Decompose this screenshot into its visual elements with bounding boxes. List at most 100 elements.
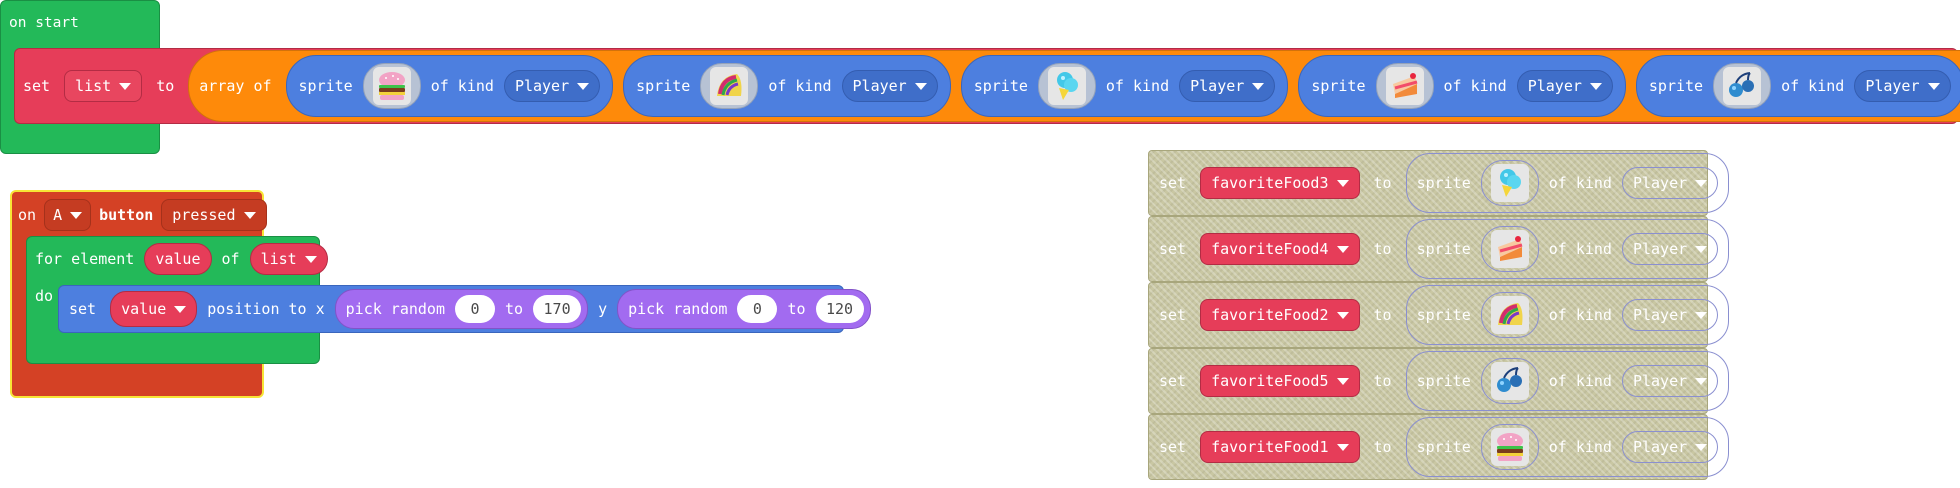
var-dropdown[interactable]: favoriteFood1	[1200, 431, 1360, 463]
of-kind-label: of kind	[1548, 240, 1612, 258]
sprite-image-slot[interactable]	[1037, 63, 1096, 109]
dropdown-arrow-icon	[1336, 179, 1349, 187]
to-label: to	[505, 300, 524, 318]
sprite-of-kind-block-1[interactable]: sprite of kind Player	[285, 55, 614, 117]
kind-dropdown[interactable]: Player	[841, 70, 938, 102]
target-var-label: value	[121, 300, 167, 318]
dropdown-arrow-icon	[1695, 311, 1708, 319]
sprite-label: sprite	[1416, 240, 1471, 258]
on-label: on	[18, 206, 37, 224]
sprite-of-kind-block[interactable]: sprite of kind Player	[1405, 219, 1730, 279]
kind-dropdown[interactable]: Player	[1621, 365, 1719, 397]
kind-dropdown[interactable]: Player	[503, 70, 601, 102]
of-kind-label: of kind	[1548, 306, 1612, 324]
sprite-of-kind-block-5[interactable]: sprite of kind Player	[1635, 55, 1960, 117]
var-dropdown[interactable]: favoriteFood4	[1200, 233, 1360, 265]
sprite-label: sprite	[298, 77, 353, 95]
element-var-label: value	[155, 250, 201, 268]
random-y-min-input[interactable]: 0	[737, 295, 778, 323]
burger-icon	[372, 67, 411, 105]
random-y-max-input[interactable]: 120	[815, 295, 864, 323]
sprite-image-slot[interactable]	[1480, 292, 1539, 338]
sprite-of-kind-block[interactable]: sprite of kind Player	[1405, 285, 1730, 345]
sprite-of-kind-block[interactable]: sprite of kind Player	[1405, 351, 1730, 411]
sprite-of-kind-block-2[interactable]: sprite of kind Player	[623, 55, 951, 117]
kind-dropdown[interactable]: Player	[1854, 70, 1951, 102]
to-label: to	[1373, 174, 1392, 192]
set-position-block[interactable]: set value position to x pick random 0 to…	[58, 285, 871, 333]
cake-icon	[1385, 67, 1424, 105]
of-kind-label: of kind	[1548, 438, 1612, 456]
sprite-of-kind-block-3[interactable]: sprite of kind Player	[960, 55, 1289, 117]
pick-random-y-block[interactable]: pick random 0 to 120	[617, 289, 871, 329]
sprite-label: sprite	[1416, 438, 1471, 456]
kind-dropdown[interactable]: Player	[1621, 233, 1719, 265]
sprite-label: sprite	[1416, 372, 1471, 390]
position-to-x-label: position to x	[207, 300, 325, 318]
disabled-set-block-4[interactable]: set favoriteFood5 to sprite of kind Play…	[1148, 348, 1730, 414]
burger-icon	[1490, 428, 1529, 466]
to-label: to	[1373, 372, 1392, 390]
disabled-set-block-1[interactable]: set favoriteFood3 to sprite of kind Play…	[1148, 150, 1730, 216]
sprite-image-slot[interactable]	[1480, 226, 1539, 272]
kind-dropdown[interactable]: Player	[1621, 431, 1719, 463]
disabled-set-block-3[interactable]: set favoriteFood2 to sprite of kind Play…	[1148, 282, 1730, 348]
of-kind-label: of kind	[430, 77, 494, 95]
var-dropdown[interactable]: favoriteFood3	[1200, 167, 1360, 199]
dropdown-arrow-icon	[304, 255, 317, 263]
target-var-dropdown[interactable]: value	[110, 291, 198, 327]
pick-random-label: pick random	[345, 300, 445, 318]
dropdown-arrow-icon	[119, 82, 132, 90]
dropdown-arrow-icon	[1695, 377, 1708, 385]
sprite-image-slot[interactable]	[1480, 424, 1539, 470]
sprite-image-slot[interactable]	[1713, 63, 1772, 109]
set-list-block[interactable]: set list to array of sprite of kind Play…	[14, 48, 1960, 124]
set-label: set	[23, 77, 51, 95]
taco-icon	[710, 67, 749, 105]
sprite-label: sprite	[973, 77, 1028, 95]
var-dropdown[interactable]: favoriteFood5	[1200, 365, 1360, 397]
list-var-dropdown[interactable]: list	[249, 243, 328, 275]
element-var-dropdown[interactable]: value	[144, 243, 212, 275]
sprite-image-slot[interactable]	[700, 63, 759, 109]
dropdown-arrow-icon	[1927, 82, 1940, 90]
kind-label: Player	[1632, 306, 1688, 324]
dropdown-arrow-icon	[243, 211, 256, 219]
list-var-dropdown[interactable]: list	[64, 70, 143, 102]
list-var-label: list	[75, 77, 112, 95]
cake-icon	[1490, 230, 1529, 268]
set-label: set	[1159, 240, 1187, 258]
sprite-label: sprite	[1416, 174, 1471, 192]
kind-dropdown[interactable]: Player	[1621, 299, 1719, 331]
dropdown-arrow-icon	[1336, 377, 1349, 385]
array-of-block[interactable]: array of sprite of kind Player sprite of…	[188, 50, 1960, 122]
disabled-set-block-2[interactable]: set favoriteFood4 to sprite of kind Play…	[1148, 216, 1730, 282]
dropdown-arrow-icon	[1336, 245, 1349, 253]
of-label: of	[221, 250, 240, 268]
to-label: to	[1373, 438, 1392, 456]
random-x-max-input[interactable]: 170	[533, 295, 582, 323]
set-label: set	[1159, 372, 1187, 390]
kind-dropdown[interactable]: Player	[1179, 70, 1276, 102]
kind-dropdown[interactable]: Player	[1516, 70, 1613, 102]
ice-cream-icon	[1047, 67, 1086, 105]
disabled-set-block-5[interactable]: set favoriteFood1 to sprite of kind Play…	[1148, 414, 1730, 480]
event-dropdown[interactable]: pressed	[161, 199, 267, 231]
var-dropdown[interactable]: favoriteFood2	[1200, 299, 1360, 331]
sprite-image-slot[interactable]	[1480, 160, 1539, 206]
of-kind-label: of kind	[1781, 77, 1845, 95]
kind-dropdown[interactable]: Player	[1621, 167, 1719, 199]
sprite-of-kind-block[interactable]: sprite of kind Player	[1405, 417, 1730, 477]
to-label: to	[1373, 306, 1392, 324]
dropdown-arrow-icon	[1252, 82, 1265, 90]
sprite-image-slot[interactable]	[362, 63, 421, 109]
sprite-of-kind-block[interactable]: sprite of kind Player	[1405, 153, 1730, 213]
pick-random-x-block[interactable]: pick random 0 to 170	[334, 289, 589, 329]
sprite-of-kind-block-4[interactable]: sprite of kind Player	[1298, 55, 1626, 117]
var-label: favoriteFood5	[1211, 372, 1329, 390]
sprite-image-slot[interactable]	[1375, 63, 1434, 109]
button-dropdown[interactable]: A	[44, 199, 92, 231]
sprite-image-slot[interactable]	[1480, 358, 1539, 404]
random-x-min-input[interactable]: 0	[455, 295, 495, 323]
of-kind-label: of kind	[1548, 174, 1612, 192]
